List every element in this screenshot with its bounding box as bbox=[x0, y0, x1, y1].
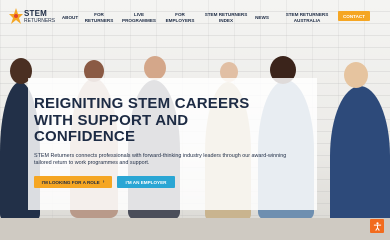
floor bbox=[0, 218, 390, 240]
hero-description: STEM Returners connects professionals wi… bbox=[34, 153, 287, 166]
person-head bbox=[344, 62, 368, 88]
stem-returners-logo[interactable]: STEM RETURNERS bbox=[9, 8, 55, 26]
person-silhouette bbox=[330, 86, 390, 226]
looking-for-role-label: I'M LOOKING FOR A ROLE bbox=[41, 179, 100, 185]
logo-text-stem: STEM bbox=[24, 9, 48, 18]
looking-for-role-button[interactable]: I'M LOOKING FOR A ROLE › bbox=[34, 176, 112, 188]
nav-item-stem-returners-index[interactable]: STEM RETURNERS INDEX bbox=[204, 8, 248, 28]
accessibility-button[interactable] bbox=[370, 219, 384, 233]
hero-title-line: WITH SUPPORT AND bbox=[34, 111, 189, 129]
nav-item-for-employers[interactable]: FOR EMPLOYERS bbox=[164, 8, 196, 28]
arrow-right-icon: › bbox=[102, 179, 105, 185]
nav-item-live-programmes[interactable]: LIVE PROGRAMMES bbox=[120, 8, 158, 28]
logo-flame-icon bbox=[9, 8, 23, 24]
site-header: STEM RETURNERS ABOUT FOR RETURNERS LIVE … bbox=[0, 0, 390, 34]
nav-item-for-returners[interactable]: FOR RETURNERS bbox=[84, 8, 114, 28]
hero-title-line: REIGNITING STEM CAREERS bbox=[34, 95, 250, 112]
nav-item-about[interactable]: ABOUT bbox=[58, 8, 82, 28]
logo-text-returners: RETURNERS bbox=[24, 18, 56, 24]
employer-button[interactable]: I'M AN EMPLOYER bbox=[117, 176, 175, 188]
person-head bbox=[144, 56, 166, 80]
contact-button[interactable]: CONTACT bbox=[338, 11, 370, 21]
nav-item-news[interactable]: NEWS bbox=[252, 8, 272, 28]
hero-title-line: CONFIDENCE bbox=[34, 128, 136, 145]
nav-item-stem-returners-australia[interactable]: STEM RETURNERS AUSTRALIA bbox=[282, 8, 332, 28]
main-nav: ABOUT FOR RETURNERS LIVE PROGRAMMES FOR … bbox=[58, 8, 334, 28]
accessibility-icon bbox=[373, 221, 381, 231]
hero-title: REIGNITING STEM CAREERS WITH SUPPORT AND… bbox=[34, 95, 304, 146]
